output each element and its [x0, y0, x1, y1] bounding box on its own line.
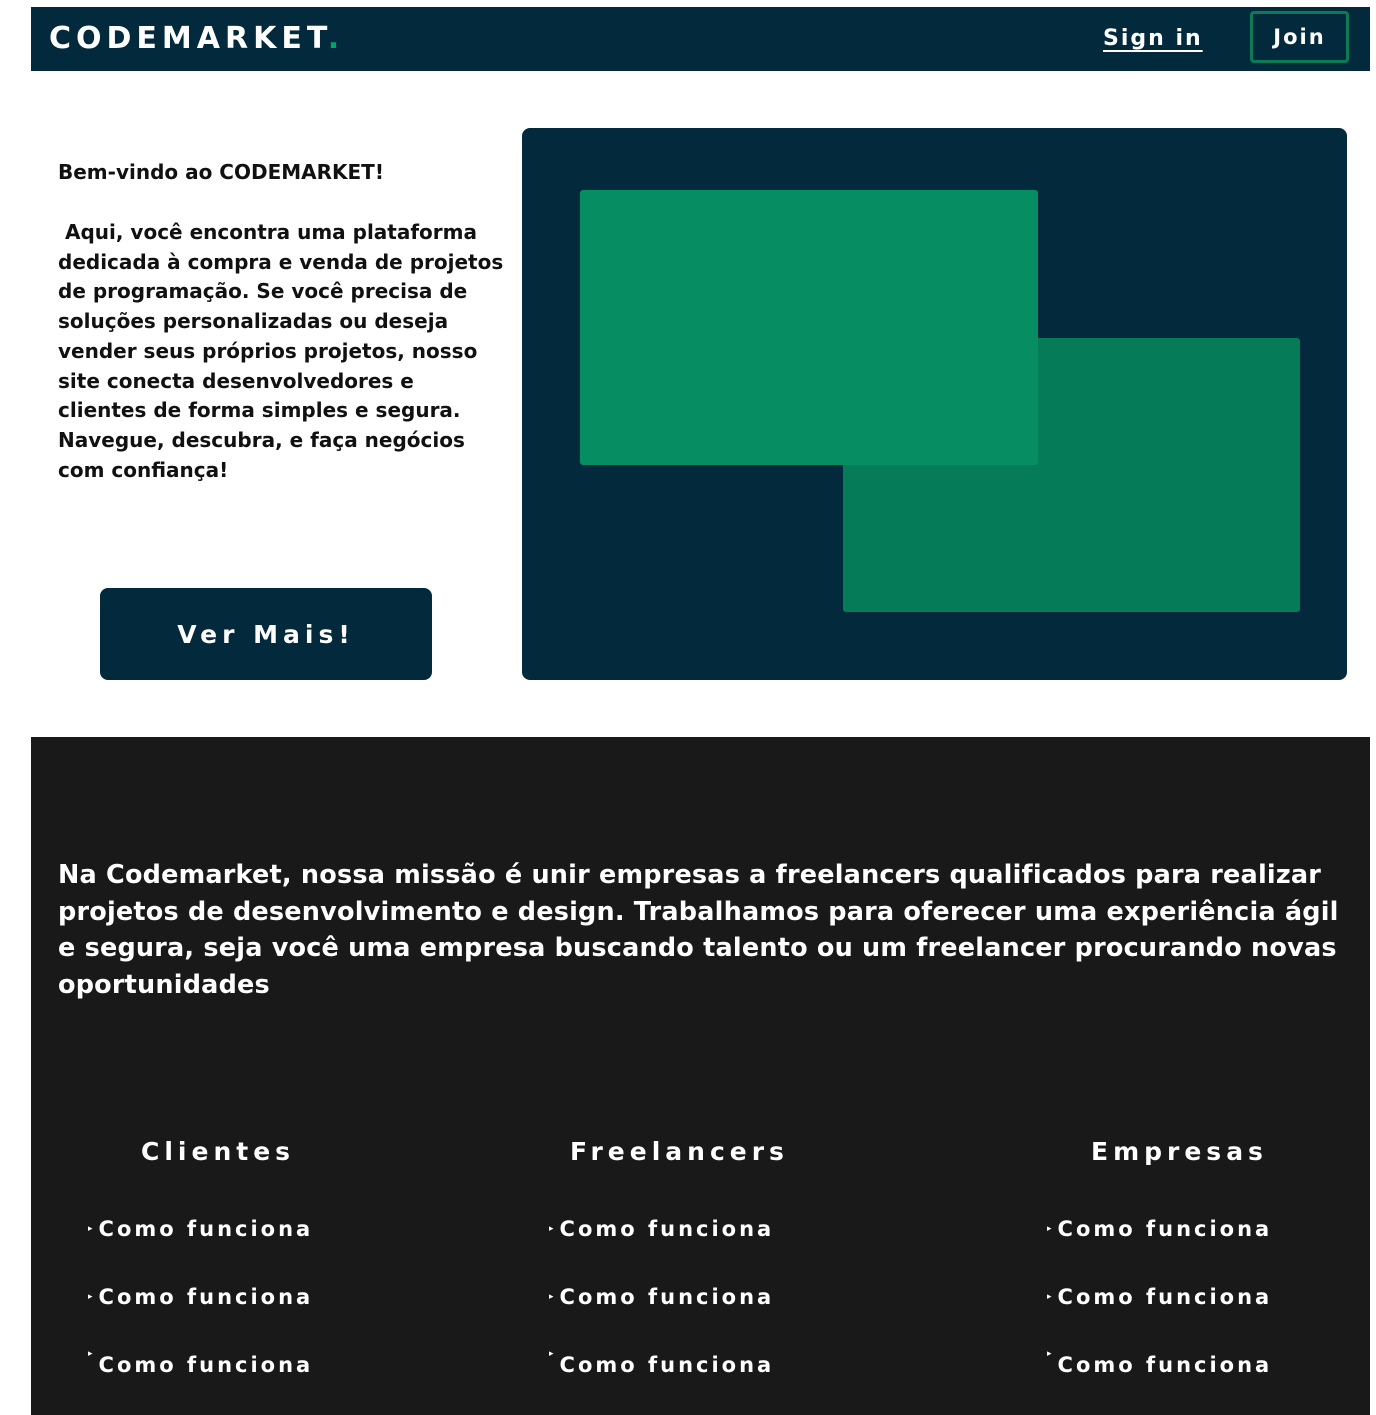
- column-title: Freelancers: [570, 1137, 789, 1166]
- column-title: Empresas: [1091, 1137, 1268, 1166]
- triangle-right-icon: ▸: [1047, 1349, 1052, 1359]
- join-button[interactable]: Join: [1250, 11, 1349, 63]
- sign-in-link[interactable]: Sign in: [1103, 25, 1203, 53]
- footer-link-label: Como funciona: [1057, 1285, 1273, 1309]
- intro-text: Aqui, você encontra uma plataforma dedic…: [58, 220, 511, 482]
- triangle-right-icon: ▸: [88, 1292, 93, 1302]
- footer-link-label: Como funciona: [98, 1353, 314, 1377]
- triangle-right-icon: ▸: [88, 1349, 93, 1359]
- footer-link[interactable]: ▸ Como funciona: [549, 1217, 774, 1241]
- triangle-right-icon: ▸: [88, 1224, 93, 1234]
- footer-link[interactable]: ▸ Como funciona: [88, 1217, 313, 1241]
- hero-card-front: [580, 190, 1038, 465]
- footer-link[interactable]: ▸ Como funciona: [1047, 1285, 1272, 1309]
- footer: Na Codemarket, nossa missão é unir empre…: [31, 737, 1370, 1415]
- logo-dot: .: [327, 21, 345, 56]
- triangle-right-icon: ▸: [1047, 1292, 1052, 1302]
- footer-link[interactable]: ▸ Como funciona: [549, 1349, 775, 1377]
- triangle-right-icon: ▸: [549, 1349, 554, 1359]
- footer-link[interactable]: ▸ Como funciona: [88, 1349, 314, 1377]
- mission-text: Na Codemarket, nossa missão é unir empre…: [58, 860, 1339, 1000]
- logo-text: CODEMARKET: [49, 21, 328, 56]
- footer-link-label: Como funciona: [559, 1217, 775, 1241]
- hero-illustration: [522, 128, 1347, 680]
- footer-link[interactable]: ▸ Como funciona: [88, 1285, 313, 1309]
- column-title: Clientes: [141, 1137, 296, 1166]
- footer-link[interactable]: ▸ Como funciona: [1047, 1217, 1272, 1241]
- logo[interactable]: CODEMARKET.: [49, 22, 344, 56]
- navbar: CODEMARKET. Sign in Join: [31, 7, 1370, 71]
- triangle-right-icon: ▸: [549, 1224, 554, 1234]
- footer-link-label: Como funciona: [98, 1285, 314, 1309]
- welcome-title: Bem-vindo ao CODEMARKET!: [58, 160, 384, 184]
- footer-link[interactable]: ▸ Como funciona: [1047, 1349, 1273, 1377]
- footer-link-label: Como funciona: [1057, 1353, 1273, 1377]
- triangle-right-icon: ▸: [1047, 1224, 1052, 1234]
- footer-link-label: Como funciona: [1057, 1217, 1273, 1241]
- footer-link-label: Como funciona: [559, 1285, 775, 1309]
- footer-link-label: Como funciona: [559, 1353, 775, 1377]
- footer-link-label: Como funciona: [98, 1217, 314, 1241]
- ver-mais-label: Ver Mais!: [177, 619, 355, 649]
- ver-mais-button[interactable]: Ver Mais!: [100, 588, 432, 680]
- footer-link[interactable]: ▸ Como funciona: [549, 1285, 774, 1309]
- triangle-right-icon: ▸: [549, 1292, 554, 1302]
- join-button-label: Join: [1273, 25, 1326, 49]
